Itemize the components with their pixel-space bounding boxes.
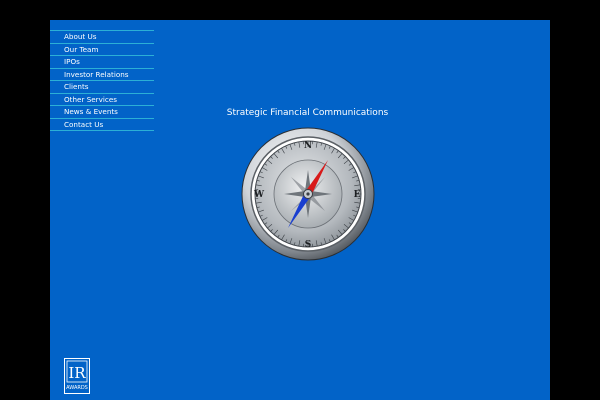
compass-north-label: N [304,141,312,151]
compass-east-label: E [354,190,361,200]
nav-item-contact-us[interactable]: Contact Us [50,119,154,131]
compass-icon: N E S W [241,127,375,261]
nav-item-about-us[interactable]: About Us [50,31,154,44]
nav-item-our-team[interactable]: Our Team [50,44,154,56]
nav-item-investor-relations[interactable]: Investor Relations [50,69,154,81]
page-panel: About Us Our Team IPOs Investor Relation… [50,20,550,400]
awards-logo-subtext: AWARDS [66,385,88,391]
compass-west-label: W [253,190,265,200]
ir-logo-text: IR [68,364,86,382]
compass-south-label: S [305,240,312,250]
nav-item-clients[interactable]: Clients [50,81,154,94]
ir-awards-logo[interactable]: IR AWARDS [64,358,90,394]
nav-item-ipos[interactable]: IPOs [50,56,154,69]
tagline: Strategic Financial Communications [226,108,389,118]
nav-item-other-services[interactable]: Other Services [50,94,154,106]
